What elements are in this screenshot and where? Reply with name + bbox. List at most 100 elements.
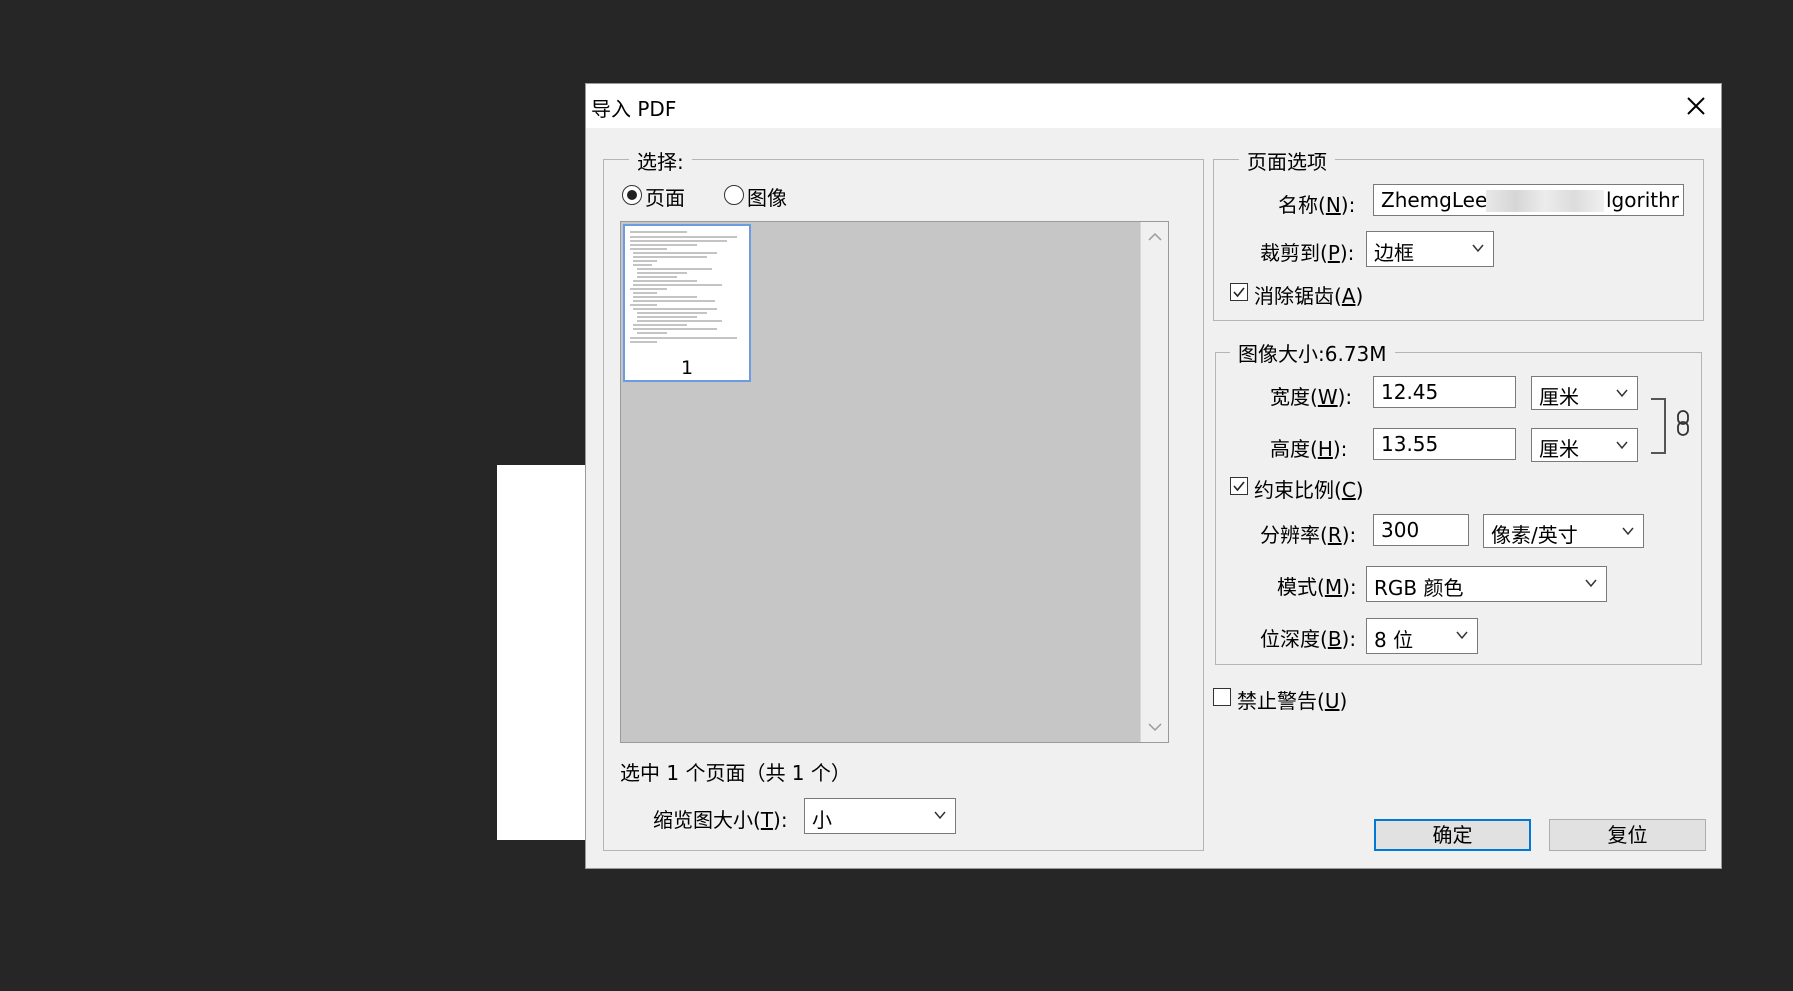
depth-label-suffix: ):: [1341, 627, 1357, 651]
radio-images-label: 图像: [747, 186, 787, 210]
height-label-key: H: [1317, 437, 1333, 461]
name-field-redaction: [1486, 190, 1604, 212]
name-field-value-tail: lgorithr: [1605, 188, 1679, 212]
height-label-suffix: ):: [1332, 437, 1348, 461]
antialias-label-key: A: [1341, 284, 1356, 308]
chevron-down-icon: [1585, 579, 1597, 588]
radio-images[interactable]: [724, 185, 744, 205]
depth-select[interactable]: 8 位: [1366, 618, 1478, 654]
preview-scrollbar[interactable]: [1140, 222, 1168, 742]
depth-label-key: B: [1327, 627, 1342, 651]
name-label-suffix: ):: [1340, 193, 1356, 217]
depth-label: 位深度(B):: [1260, 623, 1356, 652]
constrain-label-prefix: 约束比例(: [1254, 478, 1342, 502]
name-field[interactable]: ZhemgLee_ lgorithr: [1373, 184, 1684, 216]
depth-value: 8 位: [1374, 628, 1414, 652]
selection-status: 选中 1 个页面（共 1 个）: [620, 761, 851, 785]
name-label-prefix: 名称(: [1278, 193, 1326, 217]
constrain-label-key: C: [1341, 478, 1356, 502]
scroll-down-icon[interactable]: [1147, 722, 1163, 732]
background-document: [497, 465, 587, 840]
resolution-unit-value: 像素/英寸: [1491, 523, 1578, 547]
resolution-label-suffix: ):: [1341, 523, 1357, 547]
dialog-title: 导入 PDF: [591, 97, 677, 121]
height-label-prefix: 高度(: [1270, 437, 1318, 461]
radio-pages[interactable]: [622, 185, 642, 205]
page-options-group-title: 页面选项: [1239, 146, 1335, 175]
width-label-key: W: [1317, 385, 1338, 409]
resolution-value: 300: [1381, 518, 1420, 542]
mode-select[interactable]: RGB 颜色: [1366, 566, 1607, 602]
image-size-group-title: 图像大小:6.73M: [1230, 338, 1395, 367]
height-unit-select[interactable]: 厘米: [1531, 428, 1638, 462]
chevron-down-icon: [1472, 244, 1484, 253]
name-field-value: ZhemgLee_: [1381, 188, 1498, 212]
mode-label-key: M: [1324, 575, 1343, 599]
chevron-down-icon: [1616, 389, 1628, 398]
suppress-warnings-label-prefix: 禁止警告(: [1237, 689, 1325, 713]
thumb-size-value: 小: [812, 808, 832, 832]
height-label: 高度(H):: [1270, 433, 1347, 462]
resolution-label-prefix: 分辨率(: [1260, 523, 1328, 547]
radio-pages-label: 页面: [645, 186, 685, 210]
chain-link-icon[interactable]: [1676, 410, 1690, 436]
chevron-down-icon: [1616, 441, 1628, 450]
page-preview-area: 1: [620, 221, 1169, 743]
constrain-link-bracket: [1651, 398, 1666, 454]
thumb-size-label-prefix: 缩览图大小(: [653, 808, 761, 832]
mode-label: 模式(M):: [1277, 571, 1357, 600]
width-field[interactable]: 12.45: [1373, 376, 1516, 408]
reset-button[interactable]: 复位: [1549, 819, 1706, 851]
antialias-checkbox[interactable]: [1230, 283, 1248, 301]
thumb-size-label: 缩览图大小(T):: [653, 804, 788, 833]
crop-label: 裁剪到(P):: [1260, 237, 1354, 266]
thumb-size-select[interactable]: 小: [804, 798, 956, 834]
close-button[interactable]: [1679, 90, 1713, 122]
scroll-up-icon[interactable]: [1147, 232, 1163, 242]
constrain-checkbox[interactable]: [1230, 477, 1248, 495]
antialias-label: 消除锯齿(A): [1254, 280, 1363, 309]
suppress-warnings-label-suffix: ): [1339, 689, 1348, 713]
checkmark-icon: [1233, 481, 1245, 492]
antialias-label-suffix: ): [1355, 284, 1364, 308]
thumb-size-label-key: T: [760, 808, 774, 832]
crop-value: 边框: [1374, 241, 1414, 265]
page-number-label: 1: [680, 357, 694, 379]
close-icon: [1687, 97, 1705, 115]
height-value: 13.55: [1381, 432, 1439, 456]
import-pdf-dialog: 导入 PDF 选择: 页面 图像 1 选中 1 个页面（共 1 个） 缩览图大小…: [585, 83, 1722, 869]
resolution-label-key: R: [1327, 523, 1342, 547]
name-label-key: N: [1325, 193, 1341, 217]
title-bar: 导入 PDF: [586, 84, 1721, 128]
suppress-warnings-checkbox[interactable]: [1213, 688, 1231, 706]
resolution-field[interactable]: 300: [1373, 514, 1469, 546]
constrain-label: 约束比例(C): [1254, 474, 1364, 503]
page-thumbnail-image: [627, 228, 747, 354]
mode-label-prefix: 模式(: [1277, 575, 1325, 599]
width-unit-select[interactable]: 厘米: [1531, 376, 1638, 410]
height-field[interactable]: 13.55: [1373, 428, 1516, 460]
width-label-suffix: ):: [1337, 385, 1353, 409]
chevron-down-icon: [934, 811, 946, 820]
resolution-unit-select[interactable]: 像素/英寸: [1483, 514, 1644, 548]
width-label: 宽度(W):: [1270, 381, 1352, 410]
crop-label-key: P: [1327, 241, 1340, 265]
name-label: 名称(N):: [1278, 189, 1355, 218]
crop-label-suffix: ):: [1339, 241, 1355, 265]
checkmark-icon: [1233, 287, 1245, 298]
ok-button[interactable]: 确定: [1374, 819, 1531, 851]
chevron-down-icon: [1622, 527, 1634, 536]
width-label-prefix: 宽度(: [1270, 385, 1318, 409]
page-thumbnail[interactable]: 1: [623, 224, 751, 382]
antialias-label-prefix: 消除锯齿(: [1254, 284, 1342, 308]
width-value: 12.45: [1381, 380, 1439, 404]
constrain-label-suffix: ): [1355, 478, 1364, 502]
selection-group-title: 选择:: [629, 146, 692, 175]
width-unit-value: 厘米: [1539, 385, 1579, 409]
crop-label-prefix: 裁剪到(: [1260, 241, 1328, 265]
mode-value: RGB 颜色: [1374, 576, 1464, 600]
thumb-size-label-suffix: ):: [773, 808, 788, 832]
crop-select[interactable]: 边框: [1366, 231, 1494, 267]
height-unit-value: 厘米: [1539, 437, 1579, 461]
depth-label-prefix: 位深度(: [1260, 627, 1328, 651]
